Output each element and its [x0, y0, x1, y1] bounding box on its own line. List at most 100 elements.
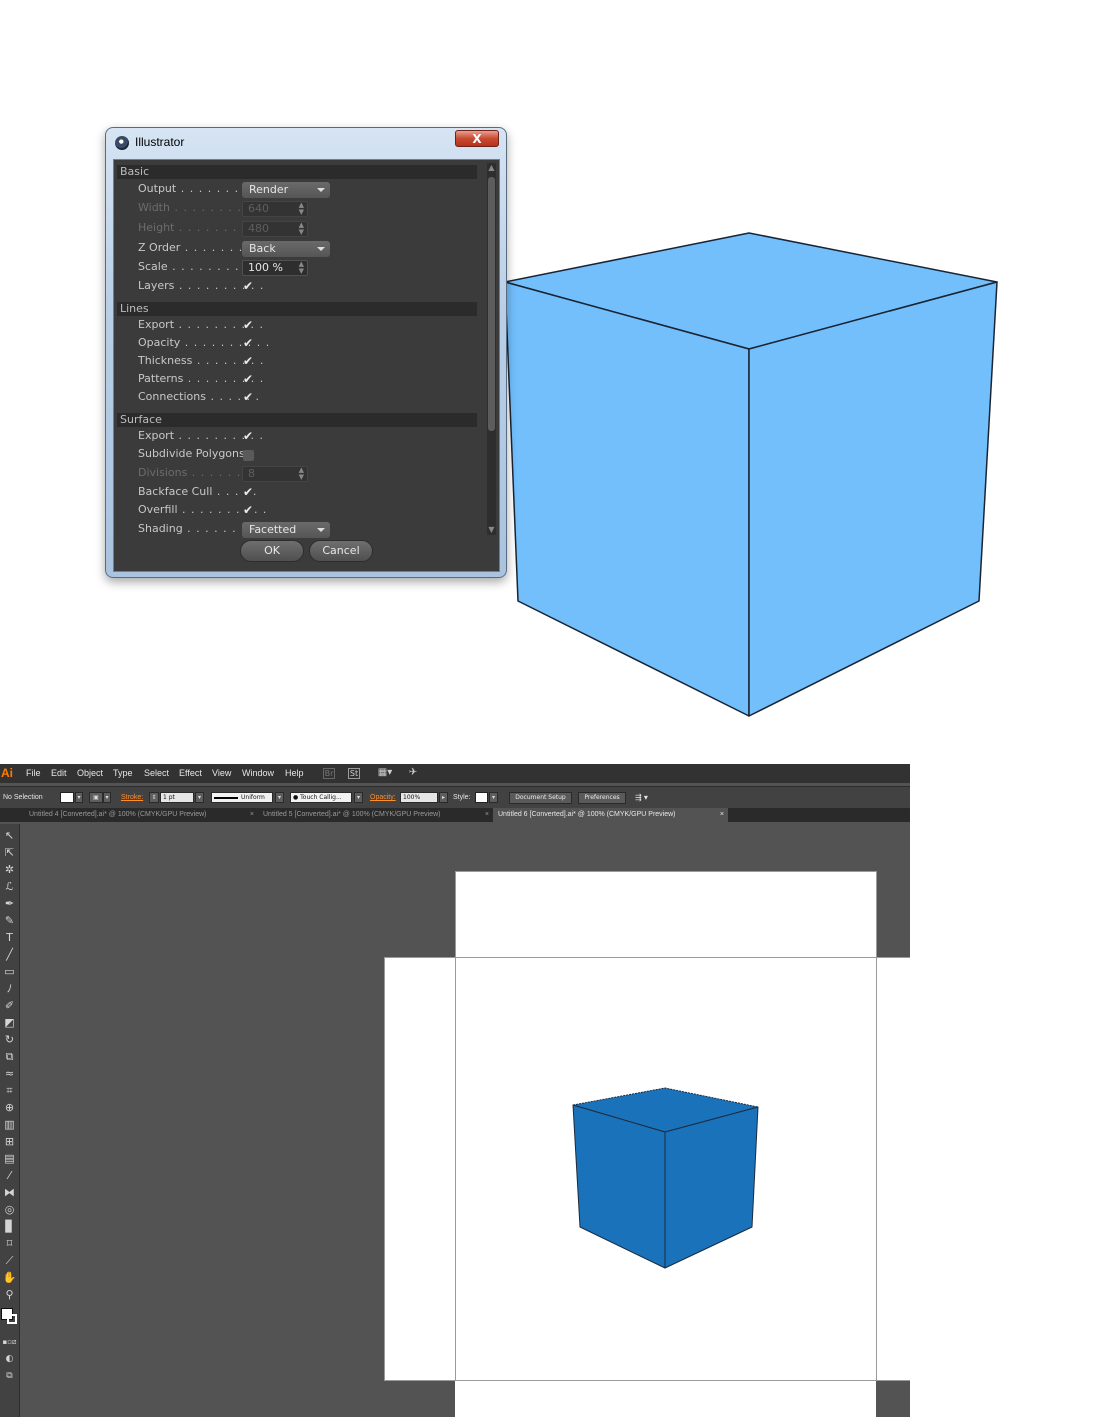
- style-swatch[interactable]: [475, 792, 488, 803]
- style-dropdown-icon[interactable]: ▾: [489, 792, 498, 803]
- menu-help[interactable]: Help: [285, 764, 304, 783]
- screen-mode-icon[interactable]: ⧉: [1, 1368, 18, 1384]
- menu-object[interactable]: Object: [77, 764, 103, 783]
- isolate-icon[interactable]: ⇶ ▾: [635, 787, 648, 808]
- scroll-down-icon[interactable]: ▼: [487, 525, 496, 535]
- profile-dropdown-icon[interactable]: ▾: [275, 792, 284, 803]
- app-logo: Ai: [1, 766, 13, 780]
- paintbrush-tool-icon[interactable]: ﾉ: [1, 981, 18, 997]
- thickness-checkbox[interactable]: ✔: [243, 355, 254, 367]
- color-mode-icon[interactable]: ▪▫⧄: [1, 1334, 18, 1350]
- perspective-grid-tool-icon[interactable]: ▥: [1, 1117, 18, 1133]
- menu-select[interactable]: Select: [144, 764, 169, 783]
- shading-label: Shading: [138, 522, 183, 535]
- surface-export-checkbox[interactable]: ✔: [243, 430, 254, 442]
- stroke-weight-dropdown-icon[interactable]: ▾: [195, 792, 204, 803]
- opacity-label[interactable]: Opacity:: [370, 787, 396, 808]
- close-icon[interactable]: ×: [250, 808, 254, 822]
- fill-dropdown-icon[interactable]: ▾: [75, 792, 83, 803]
- drawing-mode-icon[interactable]: ◐: [1, 1351, 18, 1367]
- stroke-dropdown-icon[interactable]: ▾: [103, 792, 111, 803]
- divisions-field[interactable]: 8 ▲ ▼: [242, 466, 308, 482]
- stroke-label[interactable]: Stroke:: [121, 787, 143, 808]
- rectangle-tool-icon[interactable]: ▭: [1, 964, 18, 980]
- stroke-stepper-icon[interactable]: ⇕: [149, 792, 159, 803]
- width-field[interactable]: 640 ▲ ▼: [242, 201, 308, 217]
- arrange-documents-icon[interactable]: ▦▾: [377, 768, 393, 779]
- scroll-thumb[interactable]: [488, 177, 495, 431]
- gpu-performance-icon[interactable]: ✈: [406, 768, 420, 779]
- eraser-tool-icon[interactable]: ◩: [1, 1015, 18, 1031]
- document-setup-button[interactable]: Document Setup: [509, 792, 572, 804]
- brush-definition[interactable]: ● Touch Callig...: [290, 792, 352, 803]
- tab-untitled-6[interactable]: Untitled 6 [Converted].ai* @ 100% (CMYK/…: [493, 808, 728, 822]
- scale-tool-icon[interactable]: ⧉: [1, 1049, 18, 1065]
- shading-dropdown[interactable]: Facetted: [242, 522, 330, 538]
- hand-tool-icon[interactable]: ✋: [1, 1270, 18, 1286]
- canvas-area[interactable]: [20, 823, 910, 1417]
- zorder-dropdown[interactable]: Back: [242, 241, 330, 257]
- mesh-tool-icon[interactable]: ⊞: [1, 1134, 18, 1150]
- blend-tool-icon[interactable]: ⧓: [1, 1185, 18, 1201]
- scroll-up-icon[interactable]: ▲: [487, 163, 496, 173]
- layers-checkbox[interactable]: ✔: [243, 280, 254, 292]
- tab-untitled-4[interactable]: Untitled 4 [Converted].ai* @ 100% (CMYK/…: [24, 808, 258, 822]
- direct-selection-tool-icon[interactable]: ⇱: [1, 845, 18, 861]
- pen-tool-icon[interactable]: ✒: [1, 896, 18, 912]
- free-transform-tool-icon[interactable]: ⌗: [1, 1083, 18, 1099]
- fill-swatch[interactable]: [60, 792, 74, 803]
- shape-builder-tool-icon[interactable]: ⊕: [1, 1100, 18, 1116]
- lasso-tool-icon[interactable]: ℒ: [1, 879, 18, 895]
- symbol-sprayer-tool-icon[interactable]: ◎: [1, 1202, 18, 1218]
- close-button[interactable]: X: [455, 130, 499, 147]
- magic-wand-tool-icon[interactable]: ✲: [1, 862, 18, 878]
- menu-view[interactable]: View: [212, 764, 231, 783]
- artboard-tool-icon[interactable]: ⌑: [1, 1236, 18, 1252]
- bridge-icon[interactable]: Br: [323, 768, 335, 779]
- small-cube-artwork[interactable]: [20, 823, 910, 1417]
- cancel-button[interactable]: Cancel: [309, 540, 373, 562]
- gradient-tool-icon[interactable]: ▤: [1, 1151, 18, 1167]
- overfill-checkbox[interactable]: ✔: [243, 504, 254, 516]
- dialog-scrollbar[interactable]: ▲ ▼: [487, 163, 496, 535]
- selection-tool-icon[interactable]: ↖: [1, 828, 18, 844]
- preferences-button[interactable]: Preferences: [578, 792, 626, 804]
- rotate-tool-icon[interactable]: ↻: [1, 1032, 18, 1048]
- warp-tool-icon[interactable]: ≈: [1, 1066, 18, 1082]
- tab-untitled-5[interactable]: Untitled 5 [Converted].ai* @ 100% (CMYK/…: [258, 808, 493, 822]
- stock-icon[interactable]: St: [348, 768, 360, 779]
- dialog-titlebar[interactable]: Illustrator X: [106, 128, 506, 156]
- shaper-tool-icon[interactable]: ✐: [1, 998, 18, 1014]
- curvature-tool-icon[interactable]: ✎: [1, 913, 18, 929]
- brush-dropdown-icon[interactable]: ▾: [354, 792, 363, 803]
- menu-effect[interactable]: Effect: [179, 764, 202, 783]
- menu-window[interactable]: Window: [242, 764, 274, 783]
- close-icon[interactable]: ×: [720, 808, 724, 822]
- ok-button[interactable]: OK: [240, 540, 304, 562]
- type-tool-icon[interactable]: T: [1, 930, 18, 946]
- stroke-swatch[interactable]: ▣: [89, 792, 103, 803]
- menu-edit[interactable]: Edit: [51, 764, 67, 783]
- variable-width-profile[interactable]: Uniform: [211, 792, 273, 803]
- opacity-input[interactable]: 100%: [400, 792, 438, 803]
- height-field[interactable]: 480 ▲ ▼: [242, 221, 308, 237]
- opacity-checkbox[interactable]: ✔: [243, 337, 254, 349]
- menu-type[interactable]: Type: [113, 764, 133, 783]
- lines-export-checkbox[interactable]: ✔: [243, 319, 254, 331]
- fill-stroke-swatches-icon[interactable]: [1, 1308, 18, 1332]
- backface-checkbox[interactable]: ✔: [243, 486, 254, 498]
- patterns-checkbox[interactable]: ✔: [243, 373, 254, 385]
- line-tool-icon[interactable]: ╱: [1, 947, 18, 963]
- output-dropdown[interactable]: Render: [242, 182, 330, 198]
- scale-field[interactable]: 100 % ▲ ▼: [242, 260, 308, 276]
- menu-file[interactable]: File: [26, 764, 41, 783]
- connections-checkbox[interactable]: ✔: [243, 391, 254, 403]
- subdivide-checkbox[interactable]: [243, 450, 254, 461]
- column-graph-tool-icon[interactable]: ▊: [1, 1219, 18, 1235]
- stroke-weight-input[interactable]: 1 pt: [160, 792, 194, 803]
- zoom-tool-icon[interactable]: ⚲: [1, 1287, 18, 1303]
- slice-tool-icon[interactable]: ⟋: [1, 1253, 18, 1269]
- close-icon[interactable]: ×: [485, 808, 489, 822]
- opacity-arrow-icon[interactable]: ▸: [439, 792, 448, 803]
- eyedropper-tool-icon[interactable]: ⁄: [1, 1168, 18, 1184]
